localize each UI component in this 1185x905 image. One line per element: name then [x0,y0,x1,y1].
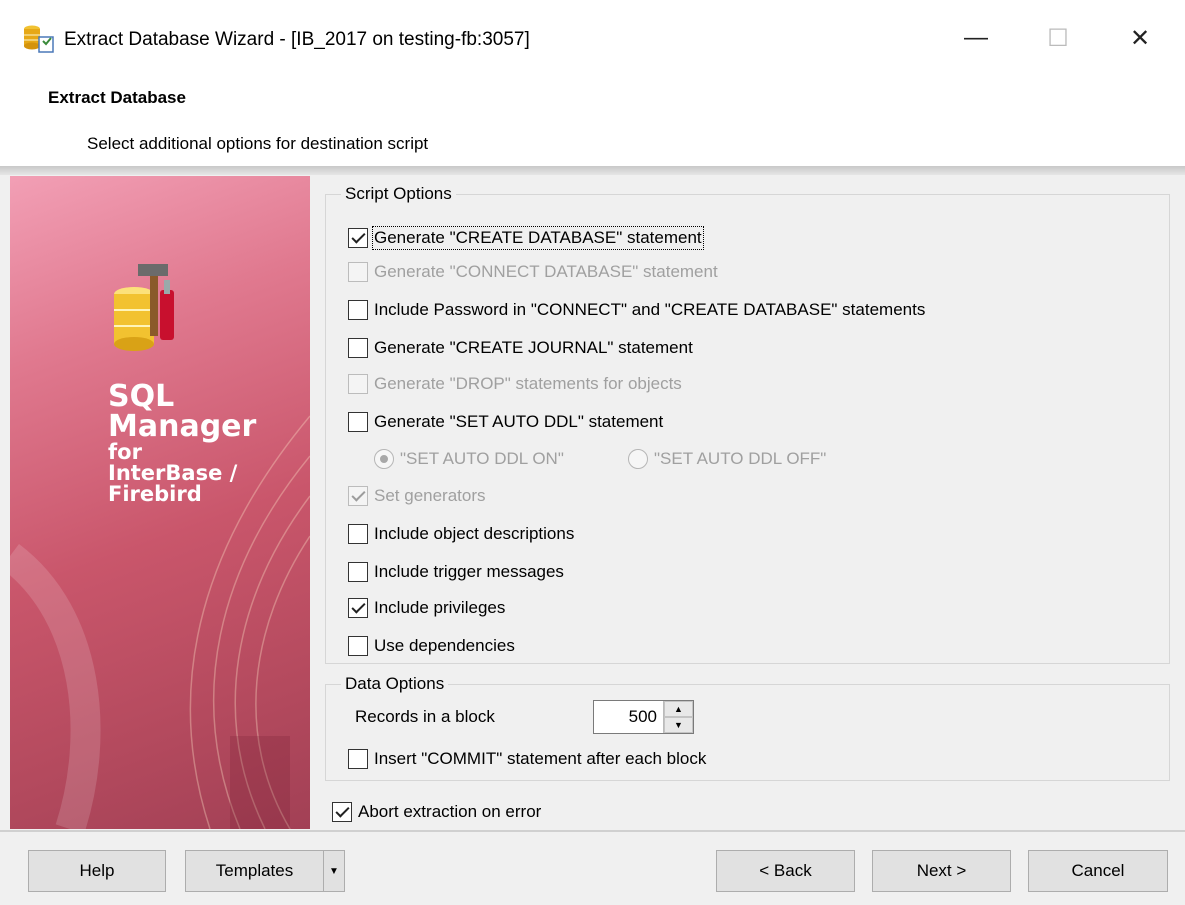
create-journal-checkbox[interactable] [348,338,368,358]
set-auto-ddl-checkbox[interactable] [348,412,368,432]
next-button[interactable]: Next > [872,850,1011,892]
create-database-label: Generate "CREATE DATABASE" statement [372,226,704,250]
create-journal-label: Generate "CREATE JOURNAL" statement [374,338,693,357]
dependencies-label: Use dependencies [374,636,515,655]
trigger-messages-label: Include trigger messages [374,562,564,581]
trigger-messages-checkbox[interactable] [348,562,368,582]
include-password-checkbox[interactable] [348,300,368,320]
auto-ddl-on-radio [374,449,394,469]
stepper-buttons: ▲ ▼ [663,701,693,733]
commit-after-block-option[interactable]: Insert "COMMIT" statement after each blo… [348,747,706,771]
wizard-header: Extract Database Select additional optio… [0,78,1185,168]
create-database-checkbox[interactable] [348,228,368,248]
connect-database-label: Generate "CONNECT DATABASE" statement [374,262,718,281]
templates-button[interactable]: Templates [185,850,324,892]
set-generators-checkbox [348,486,368,506]
page-title: Extract Database [48,88,186,107]
auto-ddl-on-radio-row: "SET AUTO DDL ON" [374,447,564,471]
records-in-block-label: Records in a block [355,707,495,726]
back-button[interactable]: < Back [716,850,855,892]
minimize-button[interactable]: — [946,18,1006,58]
abort-on-error-label: Abort extraction on error [358,802,542,821]
include-password-option[interactable]: Include Password in "CONNECT" and "CREAT… [348,298,925,322]
create-database-option[interactable]: Generate "CREATE DATABASE" statement [348,226,704,250]
include-password-label: Include Password in "CONNECT" and "CREAT… [374,300,926,319]
set-generators-label: Set generators [374,486,486,505]
commit-after-block-checkbox[interactable] [348,749,368,769]
abort-on-error-option[interactable]: Abort extraction on error [332,800,541,824]
page-subtitle: Select additional options for destinatio… [87,134,429,153]
templates-dropdown-arrow-icon[interactable]: ▼ [323,850,345,892]
auto-ddl-on-label: "SET AUTO DDL ON" [400,449,564,468]
auto-ddl-off-label: "SET AUTO DDL OFF" [654,449,827,468]
object-descriptions-option[interactable]: Include object descriptions [348,522,574,546]
set-auto-ddl-option[interactable]: Generate "SET AUTO DDL" statement [348,410,663,434]
drop-statements-checkbox [348,374,368,394]
connect-database-option: Generate "CONNECT DATABASE" statement [348,260,718,284]
maximize-button[interactable]: ☐ [1028,18,1088,58]
database-wizard-icon [24,25,54,53]
cancel-button[interactable]: Cancel [1028,850,1168,892]
help-button[interactable]: Help [28,850,166,892]
dependencies-option[interactable]: Use dependencies [348,634,515,658]
privileges-option[interactable]: Include privileges [348,596,505,620]
product-banner: SQL Manager for InterBase / Firebird [10,176,310,829]
auto-ddl-off-radio [628,449,648,469]
dependencies-checkbox[interactable] [348,636,368,656]
abort-on-error-checkbox[interactable] [332,802,352,822]
title-bar: Extract Database Wizard - [IB_2017 on te… [0,0,1185,78]
close-button[interactable]: ✕ [1110,18,1170,58]
auto-ddl-off-radio-row: "SET AUTO DDL OFF" [628,447,826,471]
stepper-up-arrow-icon[interactable]: ▲ [664,701,693,717]
banner-product-name: SQL Manager for InterBase / Firebird [108,379,257,506]
drop-statements-label: Generate "DROP" statements for objects [374,374,682,393]
privileges-checkbox[interactable] [348,598,368,618]
script-options-caption: Script Options [341,184,456,204]
records-in-block-stepper[interactable]: 500 ▲ ▼ [593,700,694,734]
records-in-block-value[interactable]: 500 [594,701,663,733]
records-in-block-row: Records in a block [355,705,495,729]
data-options-caption: Data Options [341,674,449,694]
object-descriptions-label: Include object descriptions [374,524,575,543]
set-auto-ddl-label: Generate "SET AUTO DDL" statement [374,412,664,431]
window-title: Extract Database Wizard - [IB_2017 on te… [64,29,530,50]
set-generators-option: Set generators [348,484,486,508]
trigger-messages-option[interactable]: Include trigger messages [348,560,564,584]
object-descriptions-checkbox[interactable] [348,524,368,544]
stepper-down-arrow-icon[interactable]: ▼ [664,717,693,733]
connect-database-checkbox [348,262,368,282]
sql-manager-logo-icon [114,264,174,351]
create-journal-option[interactable]: Generate "CREATE JOURNAL" statement [348,336,693,360]
commit-after-block-label: Insert "COMMIT" statement after each blo… [374,749,707,768]
privileges-label: Include privileges [374,598,506,617]
drop-statements-option: Generate "DROP" statements for objects [348,372,682,396]
